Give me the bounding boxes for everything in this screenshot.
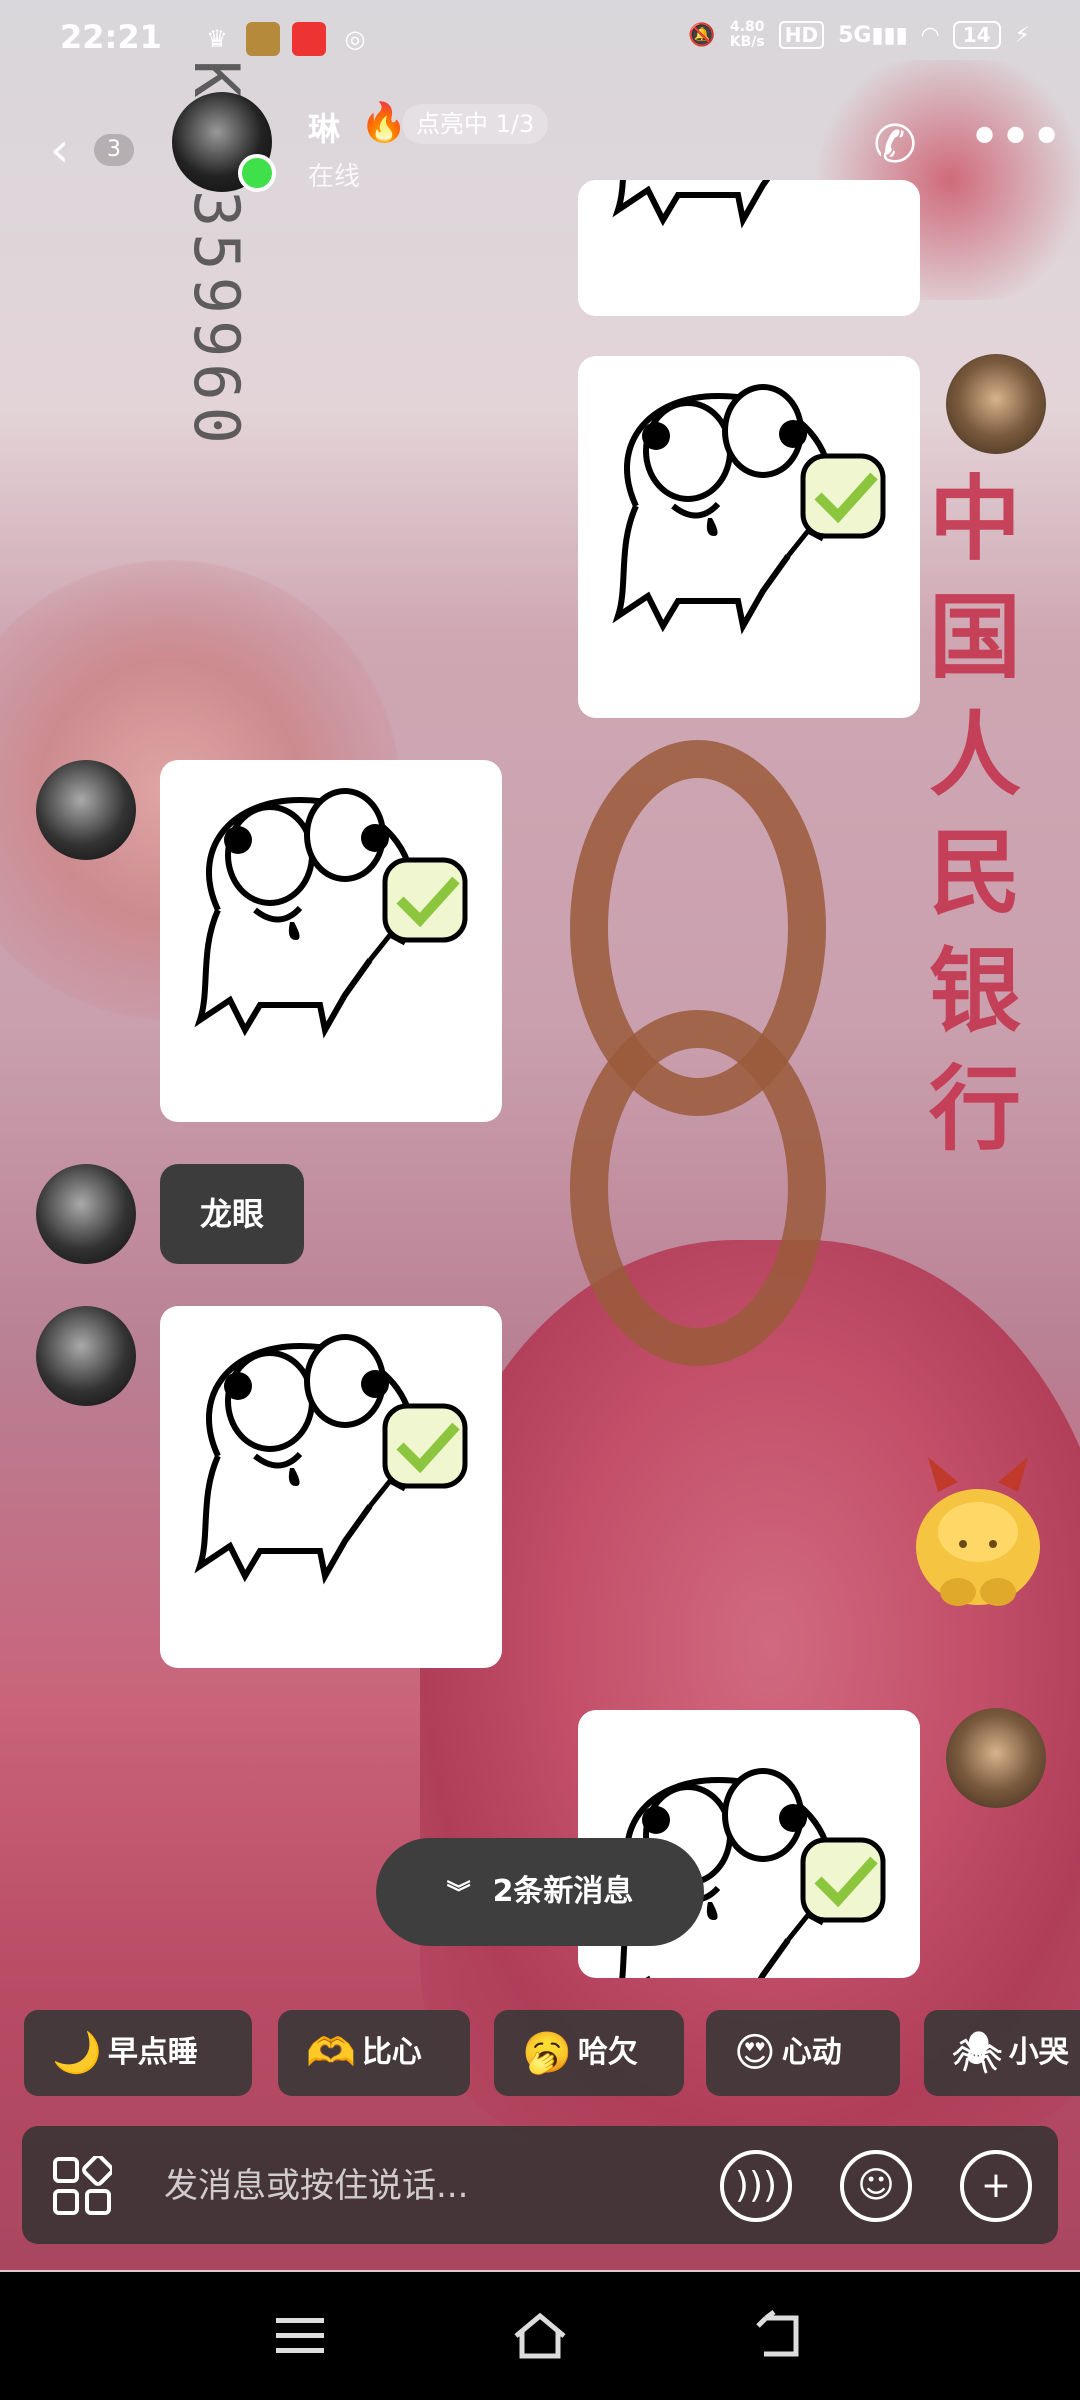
back-button[interactable]: ‹ 3 (42, 112, 142, 182)
apps-grid-icon[interactable] (52, 2156, 112, 2216)
battery-icon: 14 (952, 21, 1001, 49)
quick-reply-chip[interactable]: 🕷 小哭 (924, 2010, 1080, 2096)
charging-icon: ⚡ (1014, 22, 1030, 48)
sticker-message[interactable] (578, 356, 920, 718)
my-avatar[interactable] (946, 1708, 1046, 1808)
status-time: 22:21 (60, 18, 162, 56)
mute-icon: 🔕 (688, 22, 716, 48)
planet-icon: ◎ (344, 25, 366, 53)
double-chevron-down-icon: ︾ (446, 1879, 471, 1907)
home-icon[interactable] (510, 2310, 570, 2362)
yawn-emoji-icon: 🥱 (522, 2030, 572, 2076)
app-notification-icon (292, 22, 326, 56)
message-input-bar: ))) ☺ + (22, 2126, 1058, 2244)
quick-reply-chip[interactable]: 🥱 哈欠 (494, 2010, 684, 2096)
signal-icon: 5G▮▮▮ (838, 22, 908, 48)
sticker-message[interactable] (160, 1306, 502, 1668)
chevron-left-icon: ‹ (50, 122, 70, 178)
moon-emoji-icon: 🌙 (52, 2030, 102, 2076)
quick-reply-bar: 🌙 早点睡 🫶 比心 🥱 哈欠 😍 心动 🕷 小哭 (24, 2010, 1080, 2096)
quick-reply-chip[interactable]: 😍 心动 (706, 2010, 900, 2096)
phone-icon: ✆ (873, 115, 917, 175)
contact-avatar-small[interactable] (36, 1306, 136, 1406)
quick-reply-chip[interactable]: 🌙 早点睡 (24, 2010, 252, 2096)
app-notification-icon (246, 22, 280, 56)
online-indicator (238, 154, 276, 192)
back-nav-icon[interactable] (750, 2310, 810, 2362)
presence-status: 在线 (308, 162, 361, 192)
system-nav-bar (0, 2272, 1080, 2400)
plus-icon: + (980, 2165, 1012, 2206)
status-indicators: 🔕 4.80 KB/s HD 5G▮▮▮ ◠ 14 ⚡ (688, 20, 1030, 50)
status-app-icons: ♛ ◎ (200, 22, 372, 56)
flame-icon[interactable]: 🔥 (360, 100, 407, 145)
voice-icon: ))) (734, 2165, 778, 2206)
more-options-button[interactable]: ••• (968, 110, 1063, 180)
contact-avatar-small[interactable] (36, 1164, 136, 1264)
lit-progress-badge[interactable]: 点亮中 1/3 (402, 104, 549, 144)
new-messages-button[interactable]: ︾ 2条新消息 (376, 1838, 704, 1946)
wifi-icon: ◠ (921, 22, 939, 48)
emoji-button[interactable]: ☺ (840, 2150, 912, 2222)
sticker-message[interactable] (578, 180, 920, 316)
heart-eyes-emoji-icon: 😍 (734, 2030, 776, 2076)
heart-hands-emoji-icon: 🫶 (306, 2030, 356, 2076)
emoji-icon: ☺ (857, 2165, 895, 2206)
unread-count-badge: 3 (94, 134, 134, 166)
phone-call-button[interactable]: ✆ (860, 110, 930, 180)
menu-icon[interactable] (270, 2310, 330, 2362)
contact-name[interactable]: 琳 (308, 104, 340, 150)
spiderman-emoji-icon: 🕷 (952, 2030, 1003, 2076)
text-message[interactable]: 龙眼 (160, 1164, 305, 1264)
message-text: 龙眼 (200, 1195, 265, 1233)
contact-avatar-small[interactable] (36, 760, 136, 860)
devil-sticker-widget[interactable] (908, 1452, 1048, 1612)
plus-button[interactable]: + (960, 2150, 1032, 2222)
hd-icon: HD (778, 21, 825, 49)
contact-avatar[interactable] (172, 92, 276, 192)
message-input[interactable] (162, 2150, 706, 2222)
more-icon: ••• (968, 105, 1063, 170)
crown-icon: ♛ (206, 25, 228, 53)
quick-reply-chip[interactable]: 🫶 比心 (278, 2010, 470, 2096)
status-bar: 22:21 ♛ ◎ 🔕 4.80 KB/s HD 5G▮▮▮ ◠ 14 ⚡ (0, 0, 1080, 86)
sticker-message[interactable] (160, 760, 502, 1122)
voice-button[interactable]: ))) (720, 2150, 792, 2222)
network-rate: 4.80 KB/s (729, 19, 765, 50)
my-avatar[interactable] (946, 354, 1046, 454)
new-messages-label: 2条新消息 (492, 1874, 634, 1909)
